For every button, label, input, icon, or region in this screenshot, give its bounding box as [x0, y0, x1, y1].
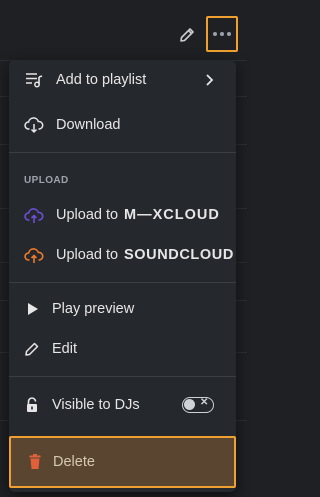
more-options-button[interactable]: [206, 16, 238, 52]
cloud-download-icon: [23, 114, 45, 136]
menu-item-play-preview[interactable]: Play preview: [9, 289, 236, 329]
menu-item-label: Upload to: [56, 207, 119, 223]
menu-item-label: Add to playlist: [56, 72, 147, 88]
menu-item-upload-mixcloud[interactable]: Upload to M—XCLOUD: [9, 195, 236, 235]
chevron-right-icon: [202, 71, 218, 94]
pencil-icon: [21, 338, 43, 360]
divider: [9, 282, 236, 283]
menu-item-label: Visible to DJs: [52, 397, 140, 413]
menu-item-upload-soundcloud[interactable]: Upload to SOUNDCLOUD: [9, 235, 236, 275]
menu-item-label: Download: [56, 117, 121, 133]
menu-item-edit[interactable]: Edit: [9, 329, 236, 369]
menu-item-label: Edit: [52, 341, 77, 357]
menu-item-label: Delete: [53, 454, 95, 470]
menu-item-add-to-playlist[interactable]: Add to playlist: [9, 60, 236, 100]
more-icon: [213, 32, 231, 36]
edit-icon[interactable]: [176, 24, 198, 46]
menu-item-delete[interactable]: Delete: [9, 436, 236, 488]
play-icon: [21, 298, 43, 320]
divider: [9, 376, 236, 377]
upload-section-heading: UPLOAD: [24, 175, 69, 186]
close-icon: ✕: [200, 397, 209, 408]
menu-item-label: Upload to: [56, 247, 119, 263]
menu-item-label: Play preview: [52, 301, 135, 317]
cloud-upload-icon: [23, 204, 45, 226]
context-menu: Add to playlist Download UPLOAD Upload t…: [9, 60, 236, 492]
divider: [9, 152, 236, 153]
trash-icon: [24, 451, 46, 473]
visible-to-djs-toggle[interactable]: ✕: [182, 397, 214, 413]
cloud-upload-icon: [23, 244, 45, 266]
mixcloud-logo: M—XCLOUD: [124, 207, 220, 223]
track-toolbar: [0, 0, 247, 60]
menu-item-download[interactable]: Download: [9, 105, 236, 145]
lock-icon: [21, 394, 43, 416]
soundcloud-logo: SOUNDCLOUD: [124, 247, 234, 263]
playlist-add-icon: [23, 69, 45, 91]
toggle-knob: [184, 399, 195, 410]
